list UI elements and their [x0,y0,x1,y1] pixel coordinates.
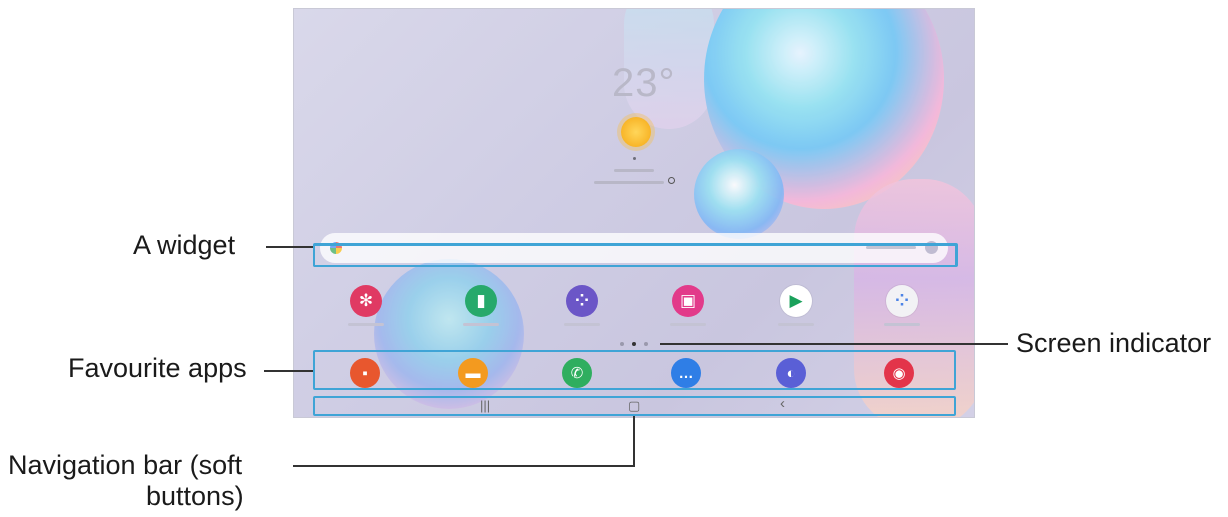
calendar-icon[interactable]: ▮ [465,285,497,317]
app-label [884,323,920,326]
navigation-bar-label-line2: buttons) [146,481,244,511]
navbar-callout-horizontal [293,465,635,467]
favourite-apps-callout-line [264,370,313,372]
weather-updated [594,181,664,184]
weather-dot [633,157,636,160]
screen-indicator-label: Screen indicator [1016,328,1212,358]
wallpaper-bubble [694,149,784,239]
app-label [463,323,499,326]
app-folder-icon[interactable]: ⁘ [886,285,918,317]
screen-indicator-callout-line [660,343,1008,345]
page-dot [620,342,624,346]
flower-icon[interactable]: ✻ [350,285,382,317]
app-label [348,323,384,326]
widget-label: A widget [133,230,236,260]
galaxy-store-icon[interactable]: ▣ [672,285,704,317]
app-label [564,323,600,326]
navbar-callout-vertical [633,416,635,466]
widget-callout-line [266,246,313,248]
sun-icon [621,117,651,147]
play-store-icon[interactable]: ▶ [780,285,812,317]
app-label [670,323,706,326]
weather-temperature: 23° [612,61,676,105]
navigation-bar-label-line1: Navigation bar (soft [8,450,243,480]
app-label [778,323,814,326]
galaxy-essentials-icon[interactable]: ⁘ [566,285,598,317]
weather-location [614,169,654,172]
refresh-icon[interactable] [668,177,675,184]
navbar-highlight [313,396,956,416]
widget-highlight-frame [313,243,958,267]
page-dot [644,342,648,346]
favourite-apps-label: Favourite apps [68,353,247,383]
dock-highlight [313,350,956,390]
page-dot-active [632,342,636,346]
